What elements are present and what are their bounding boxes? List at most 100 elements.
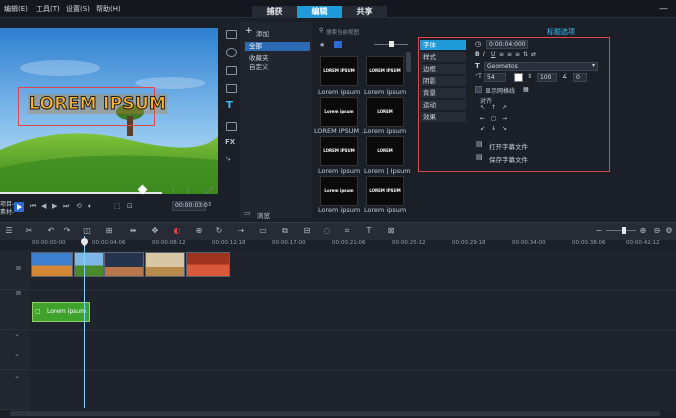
align-bottom-left-icon[interactable]: ↙ bbox=[480, 125, 485, 132]
split-icon[interactable]: ⇹ bbox=[128, 226, 138, 235]
opt-tab-border[interactable]: 边框 bbox=[420, 64, 466, 75]
subtitle-icon[interactable]: ▭ bbox=[258, 226, 268, 235]
snapshot-icon[interactable]: ⊡ bbox=[127, 202, 133, 210]
browse-button[interactable]: 浏览 bbox=[257, 210, 270, 220]
folder-all[interactable]: 全部 bbox=[245, 42, 310, 51]
align-center-icon[interactable]: ≡ bbox=[507, 51, 512, 58]
scrub-bar[interactable] bbox=[0, 192, 162, 194]
tab-share[interactable]: 共享 bbox=[342, 6, 387, 18]
end-icon[interactable]: ⏭ bbox=[63, 202, 69, 211]
title-thumb[interactable]: LOREM IPSUM bbox=[366, 56, 404, 86]
text-orientation-icon[interactable]: ⇄ bbox=[531, 51, 536, 58]
timeline-view-icon[interactable]: ☰ bbox=[4, 226, 14, 235]
instant-project-icon[interactable] bbox=[226, 48, 237, 57]
fit-project-icon[interactable]: ⊖ bbox=[652, 226, 662, 235]
open-subtitle-button[interactable]: 打开字幕文件 bbox=[489, 141, 528, 151]
line-spacing-field[interactable]: 100 bbox=[537, 73, 557, 82]
add-folder-button[interactable]: 添加 bbox=[256, 28, 269, 38]
audio-mix-icon[interactable]: ⧉ bbox=[280, 226, 290, 235]
repeat-icon[interactable]: ⟲ bbox=[76, 202, 82, 210]
underline-icon[interactable]: U bbox=[491, 51, 495, 58]
track-lock-icon[interactable]: ⊠ bbox=[16, 290, 21, 297]
video-track-header[interactable] bbox=[0, 250, 30, 290]
align-right-icon[interactable]: ≡ bbox=[515, 51, 520, 58]
overlay-track-header[interactable] bbox=[0, 290, 30, 330]
zoom-in-icon[interactable]: ⊕ bbox=[638, 226, 648, 235]
timeline-scrollbar[interactable] bbox=[10, 411, 660, 416]
zoom-out-icon[interactable]: − bbox=[594, 226, 604, 235]
dropdown-arrow-icon[interactable]: ▾ bbox=[592, 62, 595, 69]
video-clip-sunset[interactable] bbox=[31, 252, 73, 277]
menu-help[interactable]: 帮助(H) bbox=[96, 4, 121, 14]
italic-icon[interactable]: I bbox=[483, 51, 485, 58]
resize-icon[interactable]: ⬚ bbox=[114, 202, 121, 210]
title-thumb[interactable]: LOREM IPSUM bbox=[320, 56, 358, 86]
align-left-icon[interactable]: ← bbox=[480, 115, 485, 122]
chevron-down-icon[interactable]: ⌄ bbox=[14, 350, 20, 358]
title-thumb[interactable]: LOREM bbox=[366, 97, 404, 127]
clip-label[interactable]: 素材- bbox=[0, 207, 14, 216]
bold-icon[interactable]: B bbox=[475, 51, 480, 58]
search-field[interactable]: 搜索当前视图 bbox=[326, 28, 359, 36]
mask-icon[interactable]: ⊕ bbox=[194, 226, 204, 235]
zoom-slider[interactable] bbox=[606, 230, 636, 231]
opt-tab-font[interactable]: 字体 bbox=[420, 40, 466, 51]
video-clip-red-sunset[interactable] bbox=[186, 252, 230, 277]
sort-icon[interactable]: ★ bbox=[319, 41, 325, 49]
color-icon[interactable]: ◐ bbox=[172, 226, 182, 235]
timeline-settings-icon[interactable]: ⚙ bbox=[664, 226, 674, 235]
video-clip-hills[interactable] bbox=[74, 252, 104, 277]
align-top-right-icon[interactable]: ↗ bbox=[502, 104, 507, 111]
title-thumb[interactable]: Lorem ipsum bbox=[320, 97, 358, 127]
play-button[interactable] bbox=[14, 202, 24, 212]
menu-edit[interactable]: 编辑(E) bbox=[4, 4, 28, 14]
title-thumb[interactable]: LOREM bbox=[366, 136, 404, 166]
media-icon[interactable] bbox=[226, 30, 237, 39]
save-subtitle-button[interactable]: 保存字幕文件 bbox=[489, 154, 528, 164]
tab-capture[interactable]: 捕获 bbox=[252, 6, 297, 18]
align-center-icon[interactable]: ◻ bbox=[491, 115, 496, 122]
align-top-left-icon[interactable]: ↖ bbox=[480, 104, 485, 111]
text-to-speech-icon[interactable]: T bbox=[364, 226, 374, 235]
duration-field[interactable]: 0:00:04:000 bbox=[486, 40, 528, 49]
next-frame-icon[interactable]: ▶ bbox=[52, 202, 57, 210]
browse-folder-icon[interactable]: ▭ bbox=[244, 209, 251, 217]
mask-creator-icon[interactable]: ⊠ bbox=[386, 226, 396, 235]
library-scrollbar[interactable] bbox=[406, 52, 411, 72]
motion-icon[interactable]: ⇢ bbox=[236, 226, 246, 235]
playhead[interactable] bbox=[84, 236, 85, 408]
redo-icon[interactable]: ↷ bbox=[62, 226, 72, 235]
show-grid-checkbox[interactable] bbox=[475, 86, 482, 93]
fullscreen-icon[interactable]: ⤢ bbox=[206, 186, 212, 196]
volume-icon[interactable]: 🔈︎ bbox=[88, 202, 92, 211]
timecode-field[interactable]: 00:00:03:0 bbox=[172, 201, 208, 211]
opt-tab-effect[interactable]: 效果 bbox=[420, 112, 466, 123]
align-bottom-icon[interactable]: ↓ bbox=[491, 125, 496, 132]
auto-music-icon[interactable]: ◌ bbox=[322, 226, 332, 235]
align-bottom-right-icon[interactable]: ↘ bbox=[502, 125, 507, 132]
speed-icon[interactable]: ↻ bbox=[214, 226, 224, 235]
opt-tab-style[interactable]: 样式 bbox=[420, 52, 466, 63]
view-list-icon[interactable] bbox=[334, 41, 342, 48]
menu-tools[interactable]: 工具(T) bbox=[36, 4, 60, 14]
opt-tab-motion[interactable]: 运动 bbox=[420, 100, 466, 111]
video-clip-desert[interactable] bbox=[145, 252, 185, 277]
font-color-swatch[interactable] bbox=[514, 73, 523, 82]
home-icon[interactable]: ⏮ bbox=[30, 202, 36, 211]
title-thumb[interactable]: LOREM IPSUM bbox=[366, 176, 404, 206]
title-overlay-text[interactable]: LOREM IPSUM bbox=[28, 94, 168, 115]
overlay-icon[interactable] bbox=[226, 122, 237, 131]
record-icon[interactable]: ◫ bbox=[82, 226, 92, 235]
tab-edit[interactable]: 编辑 bbox=[297, 6, 342, 18]
multi-camera-icon[interactable]: ⊟ bbox=[302, 226, 312, 235]
trim-start-icon[interactable]: ⟨ bbox=[172, 186, 175, 195]
title-icon[interactable]: T bbox=[226, 100, 233, 111]
stabilize-icon[interactable]: ⌗ bbox=[342, 226, 352, 235]
trim-icon[interactable]: ⊞ bbox=[104, 226, 114, 235]
pan-zoom-icon[interactable]: ✥ bbox=[150, 226, 160, 235]
minimize-button[interactable]: — bbox=[659, 4, 668, 14]
align-right-icon[interactable]: → bbox=[502, 115, 507, 122]
thumb-size-handle[interactable] bbox=[389, 41, 394, 47]
timecode-stepper-icon[interactable]: ⇕ bbox=[207, 201, 212, 208]
zoom-handle[interactable] bbox=[622, 227, 626, 234]
